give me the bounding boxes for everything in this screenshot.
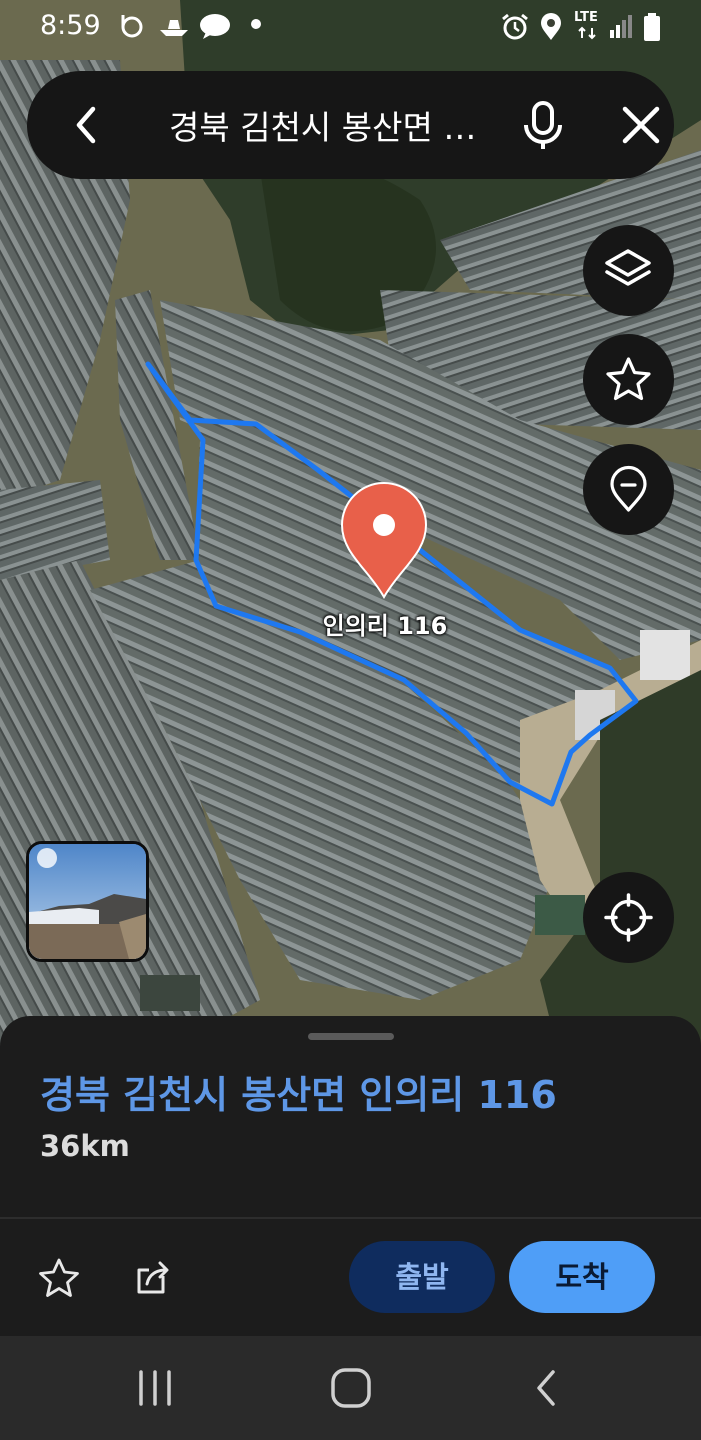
start-button[interactable]: 출발 <box>349 1241 495 1313</box>
location-pin-icon <box>610 465 647 512</box>
layers-icon <box>605 249 651 286</box>
street-view-thumbnail[interactable] <box>26 841 149 962</box>
dot-icon <box>251 19 261 29</box>
b-app-icon <box>121 15 143 38</box>
signal-icon <box>610 15 632 38</box>
divider <box>0 1217 701 1219</box>
search-bar[interactable]: 경북 김천시 봉산면 인의리 116 <box>27 71 674 179</box>
distance-label: 36km <box>40 1129 130 1163</box>
street-view-image <box>29 844 146 959</box>
marker-label: 인의리 116 <box>322 612 448 640</box>
alarm-icon <box>502 13 528 40</box>
close-icon[interactable] <box>611 95 671 155</box>
my-location-button[interactable] <box>583 872 674 963</box>
boat-icon <box>160 20 188 36</box>
share-icon[interactable] <box>133 1256 177 1300</box>
sheet-drag-handle[interactable] <box>308 1033 394 1040</box>
status-time: 8:59 <box>40 10 101 41</box>
location-icon <box>541 13 561 40</box>
home-icon[interactable] <box>321 1358 381 1418</box>
location-marker-icon[interactable] <box>338 481 430 599</box>
pin-button[interactable] <box>583 444 674 535</box>
favorite-button[interactable] <box>583 334 674 425</box>
star-outline-icon[interactable] <box>37 1256 81 1300</box>
search-query[interactable]: 경북 김천시 봉산면 인의리 116 <box>169 101 499 149</box>
lte-icon: LTE <box>574 10 598 25</box>
lte-arrows-icon <box>578 26 596 40</box>
chevron-left-icon[interactable] <box>59 95 119 155</box>
chat-bubble-icon <box>200 14 230 39</box>
status-bar: 8:59 LTE <box>0 0 701 56</box>
place-title: 경북 김천시 봉산면 인의리 116 <box>40 1073 557 1117</box>
arrive-button[interactable]: 도착 <box>509 1241 655 1313</box>
system-navigation-bar <box>0 1336 701 1440</box>
layers-button[interactable] <box>583 225 674 316</box>
recents-icon[interactable] <box>125 1358 185 1418</box>
battery-icon <box>644 13 660 41</box>
microphone-icon[interactable] <box>513 95 573 155</box>
back-icon[interactable] <box>517 1358 577 1418</box>
place-bottom-sheet[interactable]: 경북 김천시 봉산면 인의리 116 36km 출발 도착 <box>0 1016 701 1336</box>
crosshair-icon <box>604 893 653 942</box>
star-icon <box>606 357 651 401</box>
